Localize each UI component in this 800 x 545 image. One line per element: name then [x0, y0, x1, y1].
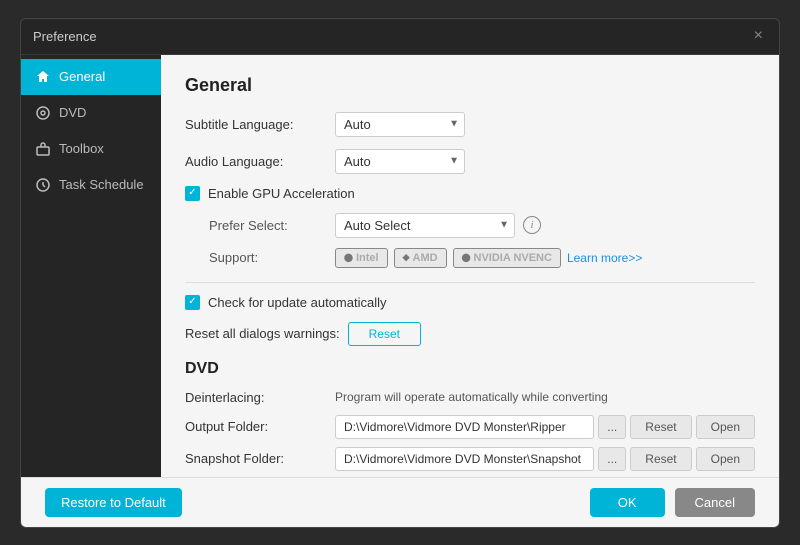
output-folder-row: Output Folder: ... Reset Open	[185, 415, 755, 439]
sidebar-label-general: General	[59, 69, 105, 84]
audio-language-label: Audio Language:	[185, 154, 335, 169]
deinterlacing-label: Deinterlacing:	[185, 390, 335, 405]
gpu-acceleration-row: ✓ Enable GPU Acceleration	[185, 186, 755, 201]
support-badges: ⬤ Intel ◆ AMD ⬤ NVIDIA NVENC Learn more>…	[335, 248, 642, 268]
amd-icon: ◆	[403, 252, 410, 263]
reset-dialogs-button[interactable]: Reset	[348, 322, 421, 346]
sidebar-label-dvd: DVD	[59, 105, 86, 120]
dvd-title: DVD	[185, 360, 755, 378]
subtitle-language-row: Subtitle Language: Auto ▼	[185, 112, 755, 137]
cancel-button[interactable]: Cancel	[675, 488, 755, 517]
sidebar-label-toolbox: Toolbox	[59, 141, 104, 156]
deinterlacing-value: Program will operate automatically while…	[335, 390, 608, 404]
gpu-checkbox[interactable]: ✓	[185, 186, 200, 201]
check-update-checkmark-icon: ✓	[188, 297, 196, 307]
snapshot-folder-open-button[interactable]: Open	[696, 447, 755, 471]
preference-dialog: Preference × General DV	[20, 18, 780, 528]
sidebar-label-task-schedule: Task Schedule	[59, 177, 144, 192]
learn-more-link[interactable]: Learn more>>	[567, 251, 642, 265]
prefer-select-wrapper: Auto Select ▼	[335, 213, 515, 238]
subtitle-language-label: Subtitle Language:	[185, 117, 335, 132]
sidebar-item-dvd[interactable]: DVD	[21, 95, 161, 131]
reset-dialogs-label: Reset all dialogs warnings:	[185, 326, 340, 341]
snapshot-folder-input[interactable]	[335, 447, 594, 471]
toolbox-icon	[35, 141, 51, 157]
footer-right: OK Cancel	[590, 488, 755, 517]
general-title: General	[185, 75, 755, 96]
dialog-title: Preference	[33, 29, 97, 44]
deinterlacing-row: Deinterlacing: Program will operate auto…	[185, 390, 755, 405]
sidebar-item-toolbox[interactable]: Toolbox	[21, 131, 161, 167]
output-folder-open-button[interactable]: Open	[696, 415, 755, 439]
sidebar: General DVD Toolbox	[21, 55, 161, 477]
intel-dot-icon: ⬤	[344, 253, 353, 262]
audio-language-select[interactable]: Auto	[335, 149, 465, 174]
check-update-label: Check for update automatically	[208, 295, 386, 310]
audio-language-select-wrapper: Auto ▼	[335, 149, 465, 174]
subtitle-language-select[interactable]: Auto	[335, 112, 465, 137]
home-icon	[35, 69, 51, 85]
info-icon[interactable]: i	[523, 216, 541, 234]
output-folder-dots-button[interactable]: ...	[598, 415, 626, 439]
prefer-select-row: Prefer Select: Auto Select ▼ i	[209, 213, 755, 238]
output-folder-reset-button[interactable]: Reset	[630, 415, 691, 439]
nvidia-badge: ⬤ NVIDIA NVENC	[453, 248, 561, 268]
intel-badge: ⬤ Intel	[335, 248, 388, 268]
snapshot-folder-row: Snapshot Folder: ... Reset Open	[185, 447, 755, 471]
intel-label: Intel	[356, 252, 379, 264]
check-update-row: ✓ Check for update automatically	[185, 295, 755, 310]
check-update-checkbox[interactable]: ✓	[185, 295, 200, 310]
support-row: Support: ⬤ Intel ◆ AMD ⬤ NVIDIA NVENC Le…	[209, 248, 755, 268]
content-area: General Subtitle Language: Auto ▼ Audio …	[161, 55, 779, 477]
snapshot-folder-dots-button[interactable]: ...	[598, 447, 626, 471]
ok-button[interactable]: OK	[590, 488, 665, 517]
snapshot-folder-reset-button[interactable]: Reset	[630, 447, 691, 471]
sidebar-item-general[interactable]: General	[21, 59, 161, 95]
output-folder-label: Output Folder:	[185, 419, 335, 434]
close-button[interactable]: ×	[750, 26, 767, 46]
nvidia-label: NVIDIA NVENC	[474, 252, 552, 264]
prefer-select-label: Prefer Select:	[209, 218, 335, 233]
gpu-checkbox-label: Enable GPU Acceleration	[208, 186, 355, 201]
snapshot-folder-label: Snapshot Folder:	[185, 451, 335, 466]
titlebar: Preference ×	[21, 19, 779, 55]
reset-dialogs-row: Reset all dialogs warnings: Reset	[185, 322, 755, 346]
gpu-checkmark-icon: ✓	[188, 188, 196, 198]
divider	[185, 282, 755, 283]
audio-language-row: Audio Language: Auto ▼	[185, 149, 755, 174]
main-content: General DVD Toolbox	[21, 55, 779, 477]
disc-icon	[35, 105, 51, 121]
support-label: Support:	[209, 250, 335, 265]
amd-badge: ◆ AMD	[394, 248, 447, 268]
restore-default-button[interactable]: Restore to Default	[45, 488, 182, 517]
clock-icon	[35, 177, 51, 193]
subtitle-language-select-wrapper: Auto ▼	[335, 112, 465, 137]
prefer-select[interactable]: Auto Select	[335, 213, 515, 238]
sidebar-item-task-schedule[interactable]: Task Schedule	[21, 167, 161, 203]
output-folder-input[interactable]	[335, 415, 594, 439]
amd-label: AMD	[413, 252, 438, 264]
footer: Restore to Default OK Cancel	[21, 477, 779, 527]
nvidia-icon: ⬤	[462, 253, 471, 262]
